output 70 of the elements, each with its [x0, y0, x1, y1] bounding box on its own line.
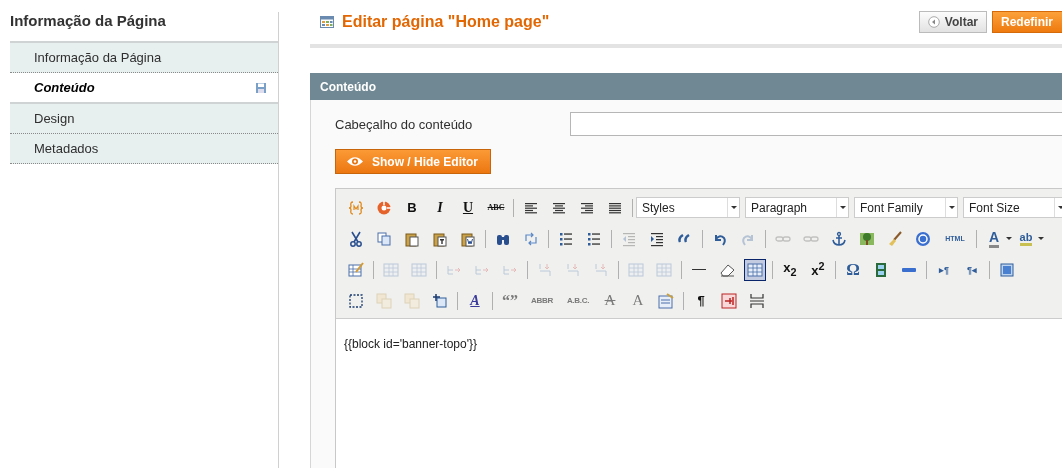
table-pencil-icon	[348, 261, 364, 278]
clipboard-icon	[404, 230, 420, 247]
editor-text[interactable]: {{block id='banner-topo'}}	[336, 319, 1062, 468]
caret-icon	[1057, 206, 1062, 209]
bar-icon	[901, 267, 917, 272]
dropdown[interactable]: Font Family	[854, 197, 958, 218]
omega-button[interactable]: Ω	[842, 258, 864, 281]
indent-icon	[649, 230, 665, 247]
forecolor-button[interactable]: A	[983, 227, 1005, 250]
outdent-icon	[621, 230, 637, 247]
dropdown[interactable]: Font Size	[963, 197, 1062, 218]
window-icon	[999, 261, 1015, 278]
superscript-button[interactable]: x$^{2}$	[807, 258, 829, 281]
layers-icon	[404, 292, 420, 309]
input-field[interactable]	[570, 112, 1062, 136]
horizontal-line-icon	[691, 268, 707, 271]
sidebar-tab[interactable]: Design	[10, 104, 278, 134]
caret-icon[interactable]	[1006, 237, 1012, 240]
bold-button[interactable]: B	[401, 196, 423, 219]
table-column-icon	[537, 261, 553, 278]
page-title: Editar página "Home page"	[342, 13, 550, 31]
page-break-icon	[749, 292, 765, 309]
table-icon	[656, 261, 672, 278]
sidebar-title: Informação da Página	[9, 12, 167, 29]
sidebar-tab[interactable]: Metadados	[10, 134, 278, 164]
strike-button[interactable]: ABC	[485, 196, 507, 219]
backcolor-button[interactable]: ab	[1015, 227, 1037, 250]
rtl-button[interactable]: ¶◂	[961, 258, 983, 281]
scissors-icon	[348, 230, 364, 247]
pilcrow-button[interactable]: ¶	[690, 289, 712, 312]
caret-icon	[948, 206, 955, 209]
table-column-icon	[565, 261, 581, 278]
brush-icon	[887, 230, 903, 247]
subscript-button[interactable]: x$_{2}$	[779, 258, 801, 281]
numbered-list-icon	[586, 230, 602, 247]
caret-icon[interactable]	[1038, 237, 1044, 240]
copy-icon	[376, 230, 392, 247]
ltr-button[interactable]: ▸¶	[933, 258, 955, 281]
replace-icon	[523, 230, 539, 247]
clipboard-icon	[460, 230, 476, 247]
table-icon	[383, 261, 399, 278]
dropdown[interactable]: Paragraph	[745, 197, 849, 218]
layers-icon	[376, 292, 392, 309]
sidebar-tab[interactable]: Informação da Página	[10, 43, 278, 73]
eye-icon	[346, 156, 364, 167]
underline-button[interactable]: U	[457, 196, 479, 219]
toolbar-button[interactable]	[744, 258, 766, 281]
grid-icon	[320, 16, 334, 28]
clipboard-icon	[432, 230, 448, 247]
bullet-list-icon	[558, 230, 574, 247]
braces-icon	[348, 199, 364, 216]
dashed-box-icon	[348, 292, 364, 309]
caret-icon	[730, 206, 737, 209]
italic-button[interactable]: I	[429, 196, 451, 219]
table-icon	[628, 261, 644, 278]
back-button[interactable]: Voltar	[918, 11, 987, 33]
anchor-icon	[831, 230, 847, 247]
table-icon	[411, 261, 427, 278]
dropdown[interactable]: Styles	[636, 197, 740, 218]
plus-box-icon	[432, 292, 448, 309]
image-icon	[859, 230, 875, 247]
film-icon	[873, 261, 889, 278]
box-icon	[721, 292, 737, 309]
table-icon	[747, 261, 763, 278]
table-column-icon	[593, 261, 609, 278]
field-label: Cabeçalho do conteúdo	[335, 116, 474, 132]
section-header: Conteúdo	[310, 73, 1062, 100]
style-button[interactable]: A	[464, 289, 486, 312]
caret-icon	[839, 206, 846, 209]
form-icon	[658, 292, 674, 309]
